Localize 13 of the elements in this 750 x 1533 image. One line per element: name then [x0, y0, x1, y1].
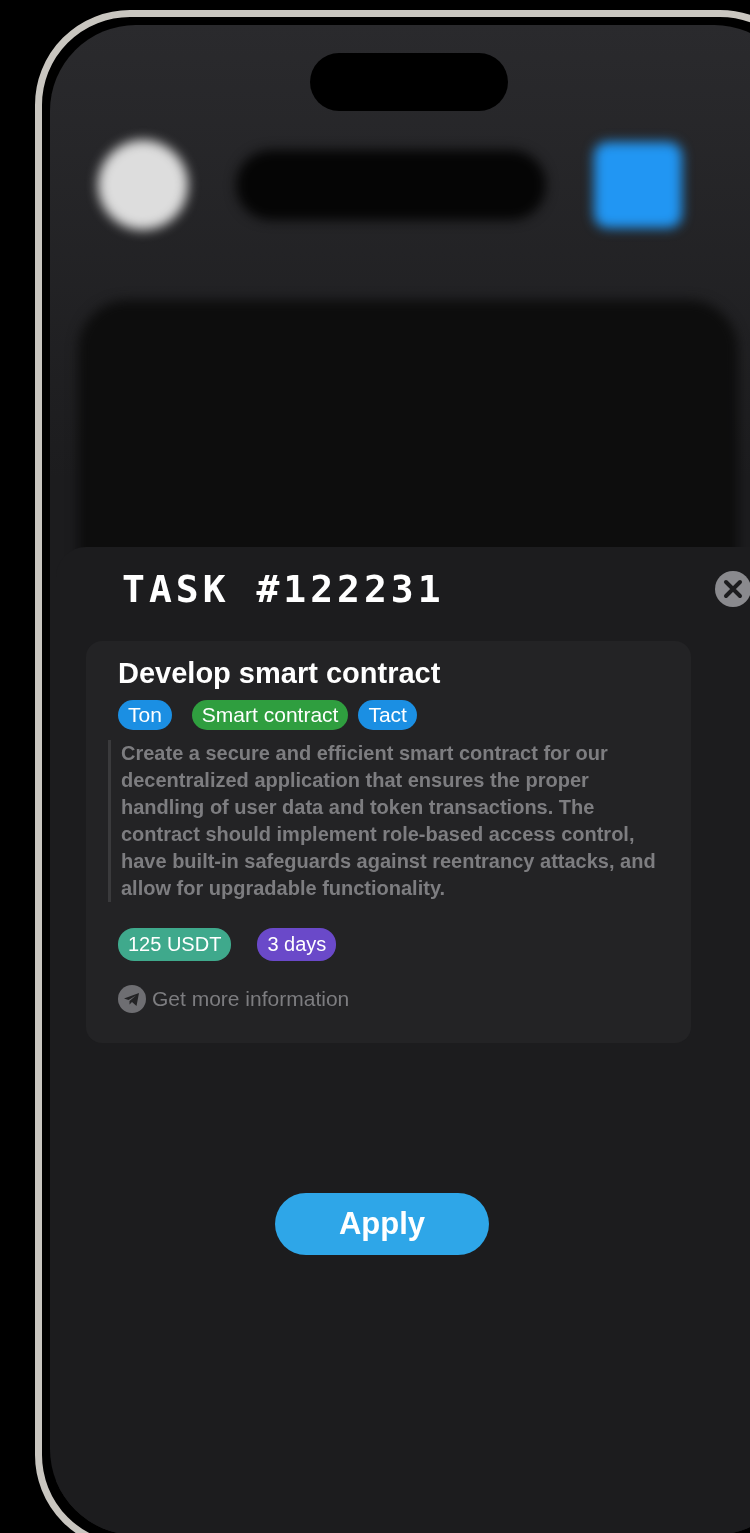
task-badge: 3 days: [257, 928, 337, 961]
task-badge: 125 USDT: [118, 928, 232, 961]
blurred-app-icon: [594, 142, 682, 228]
tag: Ton: [118, 700, 172, 730]
tag: Smart contract: [191, 700, 349, 730]
paper-plane-icon: [118, 985, 146, 1013]
close-icon[interactable]: [714, 570, 750, 608]
tag: Tact: [358, 700, 417, 730]
task-title: Develop smart contract: [118, 657, 442, 690]
task-description: Create a secure and efficient smart contract for our decentralized application that ensures the proper handling of user data and token transactions. The contract should implement role-based access control, have built-in safeguards against reentrancy attacks, and allow for upgradable functionality.: [108, 740, 659, 902]
apply-button[interactable]: Apply: [275, 1193, 489, 1255]
sheet-title: TASK #122231: [122, 567, 445, 611]
more-info-link[interactable]: Get more information: [152, 987, 350, 1011]
